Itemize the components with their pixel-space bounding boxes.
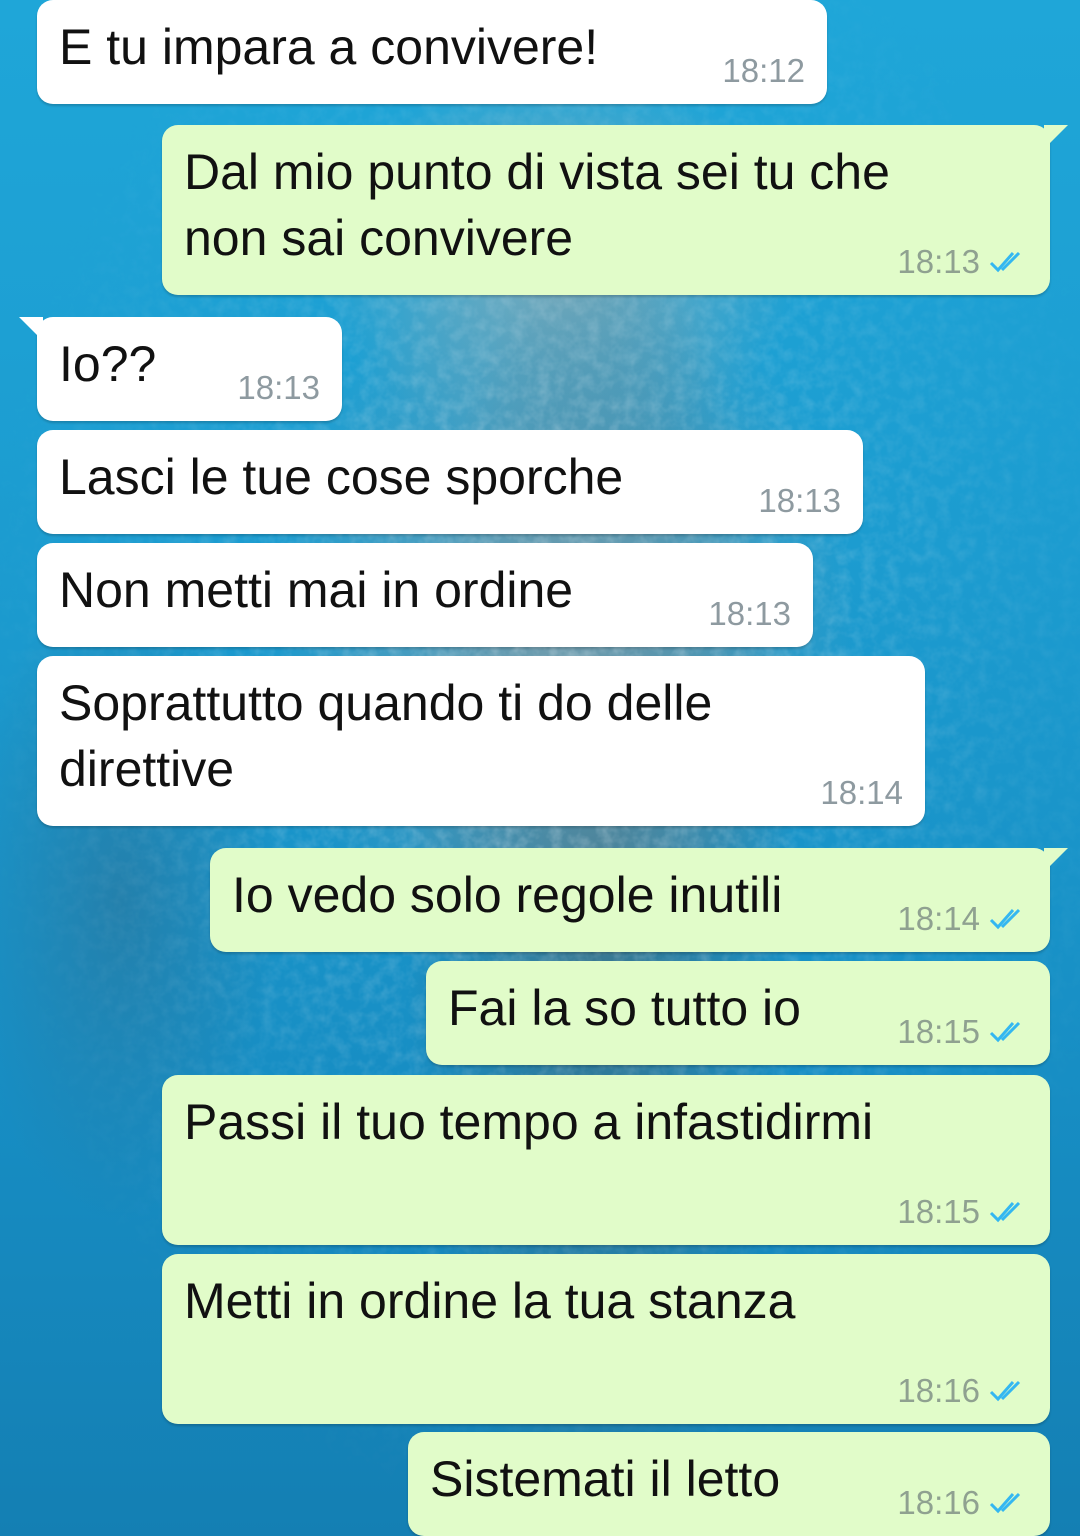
message-text: Io??: [59, 336, 157, 392]
message-text: Dal mio punto di vista sei tu che non sa…: [184, 144, 890, 266]
message-text: Fai la so tutto io: [448, 980, 801, 1036]
message-time: 18:13: [708, 595, 791, 632]
message-bubble-outgoing[interactable]: Sistemati il letto 18:16: [408, 1432, 1050, 1536]
message-meta: 18:13: [897, 243, 1028, 281]
message-time: 18:12: [722, 52, 805, 89]
message-meta: 18:13: [237, 369, 320, 407]
message-time: 18:16: [897, 1484, 980, 1521]
message-meta: 18:12: [722, 52, 805, 90]
bubble-tail: [1044, 125, 1068, 149]
message-time: 18:15: [897, 1193, 980, 1230]
message-time: 18:16: [897, 1372, 980, 1409]
message-bubble-outgoing[interactable]: Passi il tuo tempo a infastidirmi 18:15: [162, 1075, 1050, 1245]
message-text: Io vedo solo regole inutili: [232, 867, 783, 923]
message-bubble-outgoing[interactable]: Metti in ordine la tua stanza 18:16: [162, 1254, 1050, 1424]
message-bubble-incoming[interactable]: Lasci le tue cose sporche 18:13: [37, 430, 863, 534]
bubble-tail: [19, 317, 43, 341]
message-time: 18:13: [897, 243, 980, 280]
message-text: Passi il tuo tempo a infastidirmi: [184, 1094, 874, 1150]
message-time: 18:13: [758, 482, 841, 519]
message-meta: 18:14: [820, 774, 903, 812]
message-meta: 18:15: [897, 1013, 1028, 1051]
message-text: Lasci le tue cose sporche: [59, 449, 624, 505]
message-bubble-outgoing[interactable]: Io vedo solo regole inutili 18:14: [210, 848, 1068, 952]
message-bubble-outgoing[interactable]: Fai la so tutto io 18:15: [426, 961, 1050, 1065]
message-text: Soprattutto quando ti do delle direttive: [59, 675, 713, 797]
message-text: Non metti mai in ordine: [59, 562, 574, 618]
message-bubble-incoming[interactable]: Soprattutto quando ti do delle direttive…: [37, 656, 925, 826]
message-list[interactable]: E tu impara a convivere! 18:12 Dal mio p…: [0, 0, 1080, 1536]
double-check-read-icon: [988, 1378, 1028, 1404]
bubble-tail: [1044, 848, 1068, 872]
message-bubble-incoming[interactable]: Io?? 18:13: [19, 317, 342, 421]
double-check-read-icon: [988, 1019, 1028, 1045]
message-meta: 18:14: [897, 900, 1028, 938]
message-bubble-incoming[interactable]: Non metti mai in ordine 18:13: [37, 543, 813, 647]
double-check-read-icon: [988, 1490, 1028, 1516]
message-meta: 18:15: [897, 1193, 1028, 1231]
message-bubble-incoming[interactable]: E tu impara a convivere! 18:12: [37, 0, 827, 104]
message-time: 18:14: [820, 774, 903, 811]
message-text: Sistemati il letto: [430, 1451, 781, 1507]
message-text: Metti in ordine la tua stanza: [184, 1273, 796, 1329]
message-meta: 18:13: [708, 595, 791, 633]
double-check-read-icon: [988, 906, 1028, 932]
message-time: 18:13: [237, 369, 320, 406]
message-bubble-outgoing[interactable]: Dal mio punto di vista sei tu che non sa…: [162, 125, 1068, 295]
double-check-read-icon: [988, 1199, 1028, 1225]
message-meta: 18:16: [897, 1484, 1028, 1522]
double-check-read-icon: [988, 249, 1028, 275]
message-text: E tu impara a convivere!: [59, 19, 599, 75]
message-time: 18:15: [897, 1013, 980, 1050]
message-meta: 18:13: [758, 482, 841, 520]
message-meta: 18:16: [897, 1372, 1028, 1410]
message-time: 18:14: [897, 900, 980, 937]
